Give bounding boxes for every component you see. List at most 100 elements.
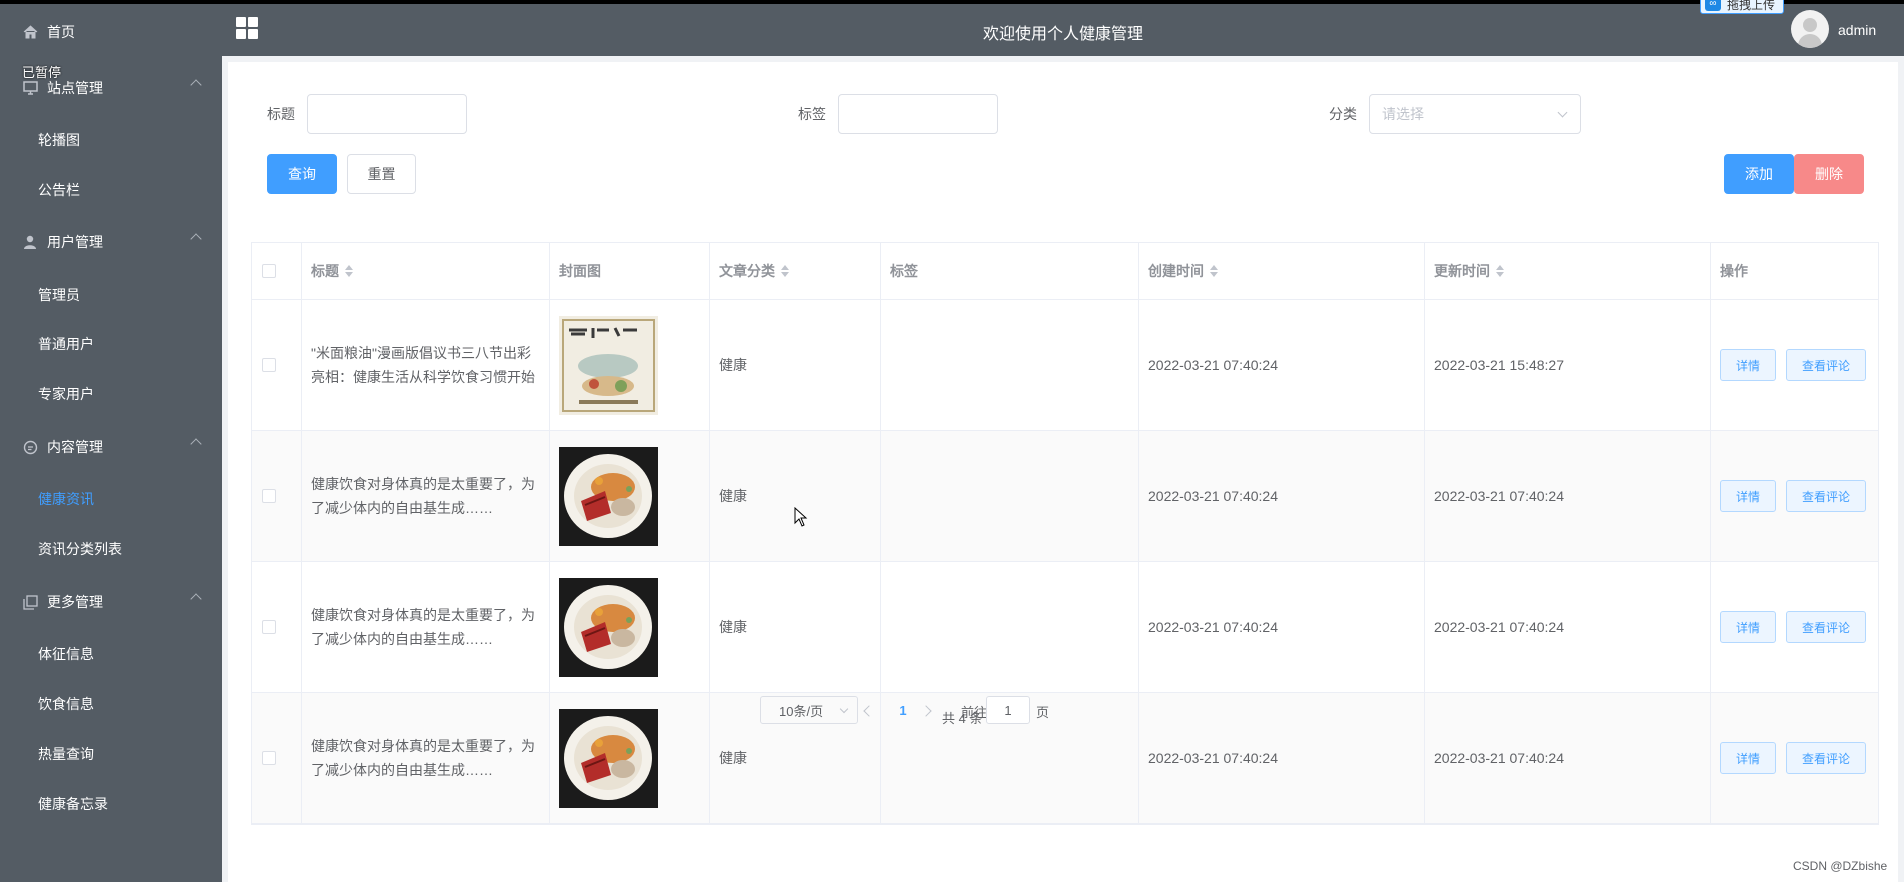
sidebar-group-content[interactable]: 内容管理 — [0, 427, 222, 467]
sidebar-item-vitals[interactable]: 体征信息 — [0, 634, 222, 674]
column-label: 更新时间 — [1434, 263, 1490, 279]
column-header-title[interactable]: 标题 — [302, 243, 550, 299]
username[interactable]: admin — [1838, 22, 1876, 38]
select-cell — [252, 431, 302, 561]
sidebar-item-notice[interactable]: 公告栏 — [0, 170, 222, 210]
upload-badge-label: 拖拽上传 — [1727, 0, 1776, 12]
column-label: 标题 — [311, 263, 339, 279]
table-row: 健康饮食对身体真的是太重要了，为了减少体内的自由基生成…… 健康 2022-03-2… — [252, 693, 1878, 824]
tag-label: 标签 — [798, 106, 826, 122]
column-header-created[interactable]: 创建时间 — [1139, 243, 1425, 299]
paused-overlay-text: 已暂停 — [22, 65, 62, 80]
column-header-actions: 操作 — [1711, 243, 1878, 299]
row-checkbox[interactable] — [262, 620, 276, 634]
add-button[interactable]: 添加 — [1724, 154, 1794, 194]
category-cell: 健康 — [710, 300, 881, 430]
cover-cell — [550, 562, 710, 692]
chevron-down-icon — [839, 704, 849, 714]
sidebar-item-memo[interactable]: 健康备忘录 — [0, 784, 222, 824]
category-select[interactable]: 请选择 — [1369, 94, 1581, 134]
page-size-select[interactable]: 10条/页 — [760, 696, 858, 724]
title-cell: "米面粮油"漫画版倡议书三八节出彩亮相：健康生活从科学饮食习惯开始 — [302, 300, 550, 430]
tags-cell — [881, 431, 1139, 561]
view-comments-button[interactable]: 查看评论 — [1786, 349, 1866, 381]
page-number-current[interactable]: 1 — [893, 697, 913, 725]
column-label: 文章分类 — [719, 263, 775, 279]
actions-cell: 详情 查看评论 — [1711, 562, 1878, 692]
query-button[interactable]: 查询 — [267, 154, 337, 194]
sidebar-item-home[interactable]: 首页 — [0, 12, 222, 52]
sidebar-item-news-categories[interactable]: 资讯分类列表 — [0, 529, 222, 569]
column-label: 标签 — [890, 263, 918, 279]
sidebar-item-label: 首页 — [47, 24, 75, 40]
sidebar-item-admin[interactable]: 管理员 — [0, 275, 222, 315]
column-header-category[interactable]: 文章分类 — [710, 243, 881, 299]
sort-icon[interactable] — [1210, 265, 1218, 277]
chevron-up-icon — [190, 593, 202, 605]
row-checkbox[interactable] — [262, 751, 276, 765]
avatar[interactable] — [1791, 10, 1829, 48]
drag-upload-badge[interactable]: ∞ 拖拽上传 — [1700, 0, 1785, 14]
view-comments-button[interactable]: 查看评论 — [1786, 742, 1866, 774]
sidebar-item-diet[interactable]: 饮食信息 — [0, 684, 222, 724]
cover-image — [559, 315, 658, 415]
row-checkbox[interactable] — [262, 489, 276, 503]
sort-icon[interactable] — [1496, 265, 1504, 277]
view-comments-button[interactable]: 查看评论 — [1786, 611, 1866, 643]
sidebar-group-more[interactable]: 更多管理 — [0, 582, 222, 622]
goto-suffix: 页 — [1036, 705, 1050, 720]
table-row: 健康饮食对身体真的是太重要了，为了减少体内的自由基生成…… 健康 2022-03-2… — [252, 562, 1878, 693]
row-checkbox[interactable] — [262, 358, 276, 372]
sidebar-group-users[interactable]: 用户管理 — [0, 222, 222, 262]
chat-icon — [22, 439, 38, 455]
detail-button[interactable]: 详情 — [1720, 480, 1776, 512]
category-placeholder: 请选择 — [1382, 106, 1424, 122]
created-time-cell: 2022-03-21 07:40:24 — [1139, 300, 1425, 430]
column-label: 操作 — [1720, 263, 1748, 279]
select-cell — [252, 562, 302, 692]
updated-time-cell: 2022-03-21 07:40:24 — [1425, 431, 1711, 561]
page-size-value: 10条/页 — [779, 703, 824, 719]
news-table: 标题 封面图 文章分类 标签 创建时间 更新时间 操作 "米面粮油"漫画版倡议书… — [251, 242, 1879, 825]
watermark: CSDN @DZbishe — [1793, 859, 1888, 873]
view-comments-button[interactable]: 查看评论 — [1786, 480, 1866, 512]
sidebar-group-label: 更多管理 — [47, 594, 103, 610]
title-cell: 健康饮食对身体真的是太重要了，为了减少体内的自由基生成…… — [302, 693, 550, 823]
mouse-cursor-icon — [794, 507, 808, 527]
actions-cell: 详情 查看评论 — [1711, 431, 1878, 561]
column-label: 封面图 — [559, 263, 601, 279]
sidebar-item-expert-users[interactable]: 专家用户 — [0, 374, 222, 414]
sort-icon[interactable] — [345, 265, 353, 277]
select-all-checkbox[interactable] — [262, 264, 276, 278]
delete-button[interactable]: 删除 — [1794, 154, 1864, 194]
sidebar-group-label: 用户管理 — [47, 234, 103, 250]
sidebar-item-carousel[interactable]: 轮播图 — [0, 120, 222, 160]
sidebar-item-normal-users[interactable]: 普通用户 — [0, 324, 222, 364]
cover-image — [559, 708, 658, 808]
reset-button[interactable]: 重置 — [347, 154, 416, 194]
actions-cell: 详情 查看评论 — [1711, 300, 1878, 430]
updated-time-cell: 2022-03-21 07:40:24 — [1425, 693, 1711, 823]
title-input[interactable] — [307, 94, 467, 134]
category-cell: 健康 — [710, 431, 881, 561]
sidebar-item-calorie[interactable]: 热量查询 — [0, 734, 222, 774]
detail-button[interactable]: 详情 — [1720, 349, 1776, 381]
sidebar: 首页 站点管理 轮播图 公告栏 用户管理 管理员 普通用户 专家用户 内容管理 … — [0, 4, 222, 882]
updated-time-cell: 2022-03-21 15:48:27 — [1425, 300, 1711, 430]
chevron-down-icon — [1557, 107, 1568, 118]
top-header: 欢迎使用个人健康管理 admin — [222, 4, 1904, 56]
select-all-cell — [252, 243, 302, 299]
column-header-updated[interactable]: 更新时间 — [1425, 243, 1711, 299]
main-content: 标题 标签 分类 请选择 查询 重置 添加 删除 标题 封面图 文章分类 标签 … — [222, 56, 1904, 882]
user-icon — [22, 234, 38, 250]
home-icon — [22, 24, 38, 40]
category-label: 分类 — [1329, 106, 1357, 122]
sidebar-item-health-news[interactable]: 健康资讯 — [0, 479, 222, 519]
sort-icon[interactable] — [781, 265, 789, 277]
goto-page-input[interactable] — [986, 696, 1030, 724]
detail-button[interactable]: 详情 — [1720, 742, 1776, 774]
detail-button[interactable]: 详情 — [1720, 611, 1776, 643]
title-label: 标题 — [267, 106, 295, 122]
sidebar-group-label: 内容管理 — [47, 439, 103, 455]
tag-input[interactable] — [838, 94, 998, 134]
